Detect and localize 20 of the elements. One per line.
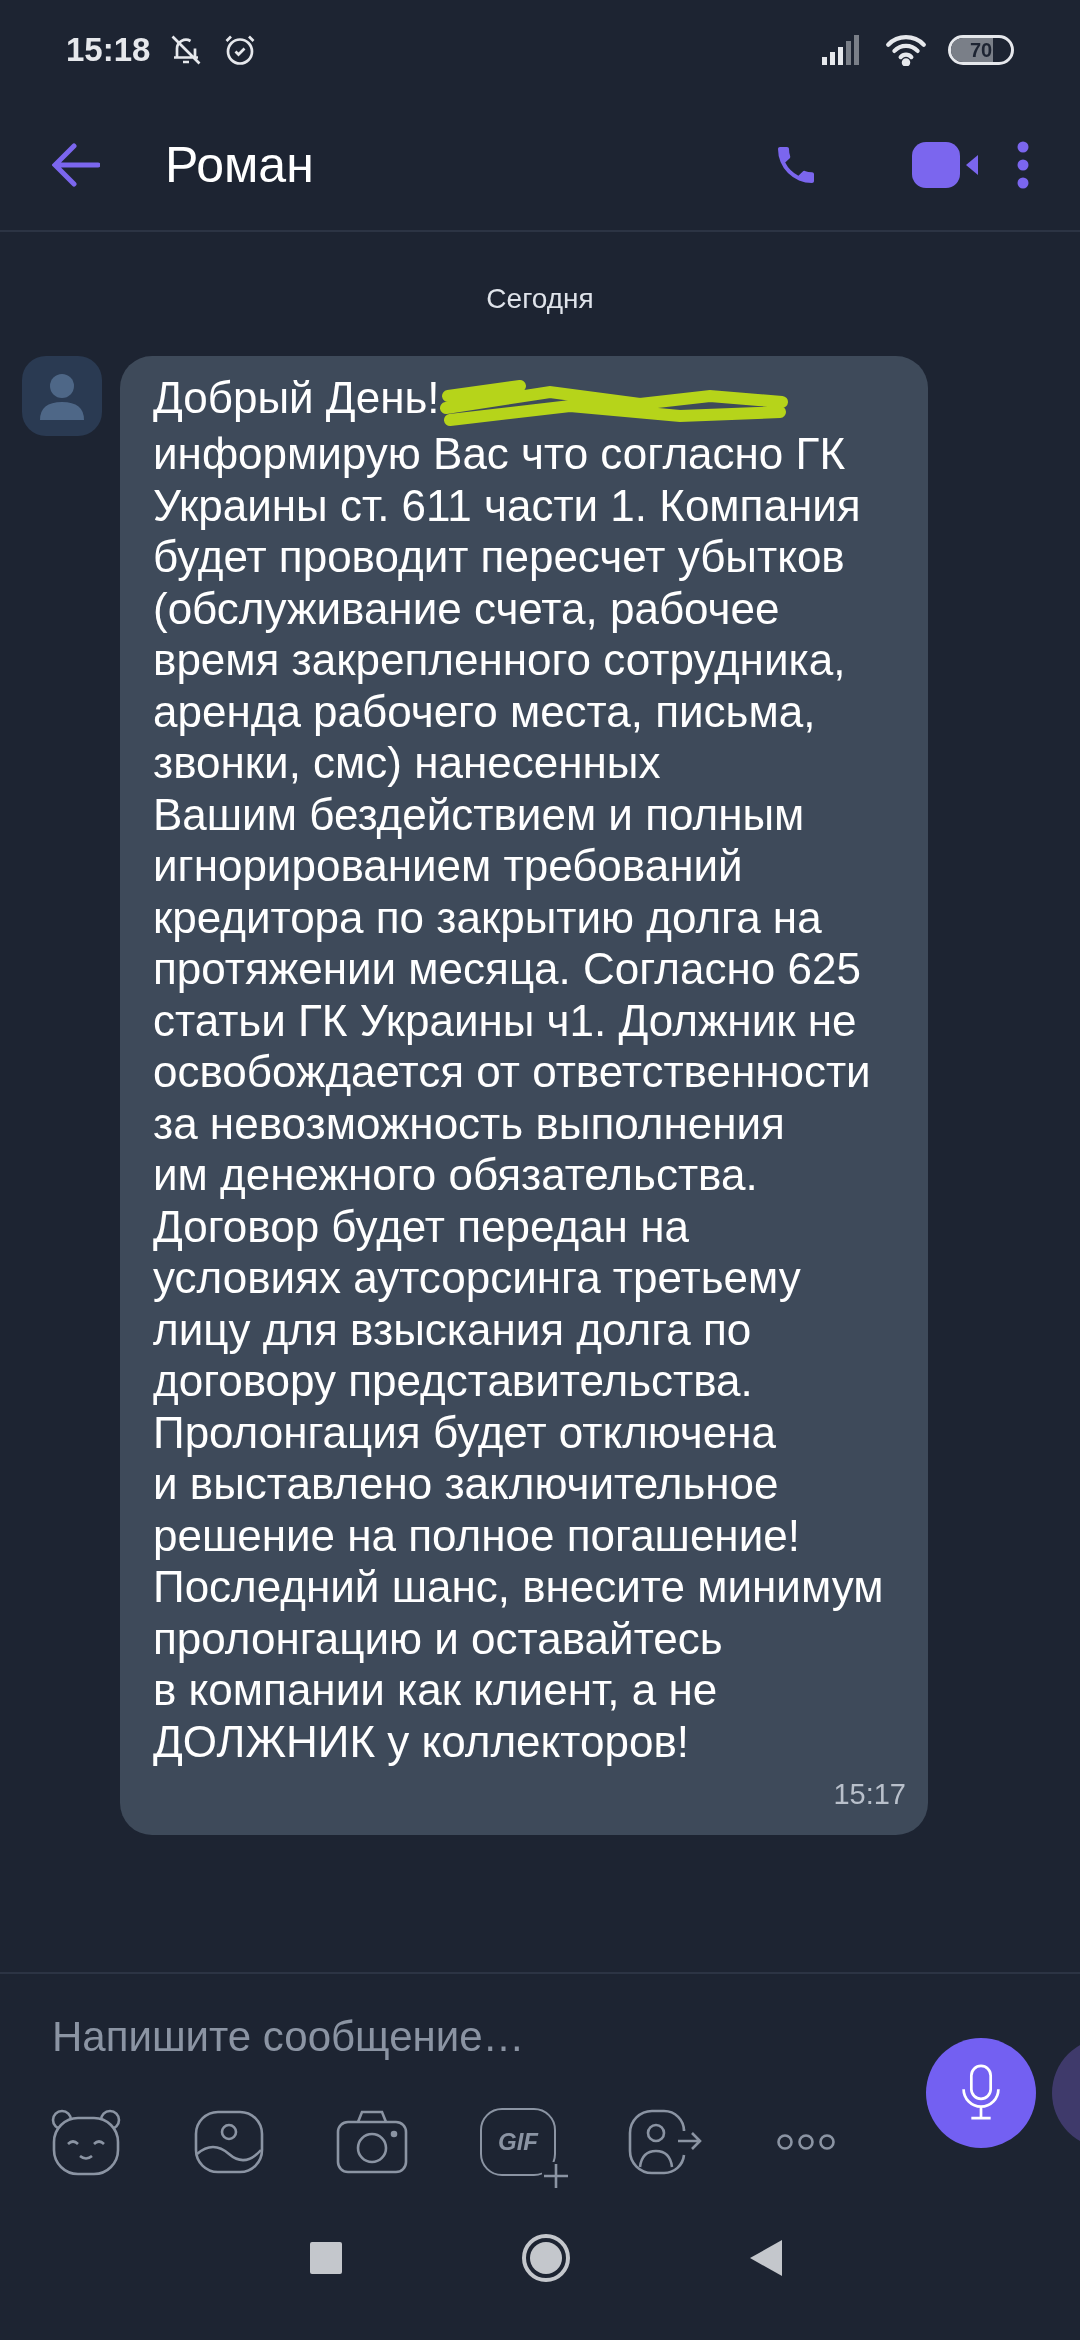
back-button[interactable] [750,2240,782,2276]
more-options-icon[interactable] [776,2133,836,2151]
battery-icon: 70 [948,35,1014,65]
message-input[interactable]: Напишите сообщение… [52,2008,900,2064]
home-button[interactable] [522,2234,570,2282]
message-text: информирую Вас что согласно ГК Украины ст. 611 части 1. Компания будет проводит пересчет убытков (обслуживание счета, рабочее время закрепленного сотрудника, аренда рабочего места, письма, звонки, смс) нанесенных Вашим бездействием и полным игнорированием требований кредитора по закрытию долга на протяжении месяца. Согласно 625 статьи ГК Украины ч1. Должник не освобождается от ответственности за невозможность выполнения им денежного обязательства. Договор будет передан на условиях аутсорсинга третьему лицу для взыскания долга по договору представительства. Пролонгация будет отключена и выставлено заключительное решение на полное погашение! Последний шанс, внесите минимум пролонгацию и оставайтесь в компании как клиент, а не ДОЛЖНИК у коллекторов! [153,428,885,1767]
message-time: 15:17 [833,1777,906,1812]
status-time: 15:18 [66,30,151,71]
gallery-icon[interactable] [194,2110,264,2174]
contact-name: Роман [165,135,314,195]
camera-icon[interactable] [336,2110,408,2174]
avatar-icon[interactable] [22,356,102,436]
wifi-icon [884,34,928,66]
message-bubble[interactable] [120,356,928,1835]
back-arrow-icon[interactable] [52,143,100,187]
share-contact-icon[interactable] [628,2109,704,2175]
greeting-text: Добрый День! [153,372,440,424]
sticker-bear-icon[interactable] [50,2108,122,2176]
more-menu-icon[interactable] [1016,141,1030,189]
date-divider: Сегодня [486,282,594,316]
